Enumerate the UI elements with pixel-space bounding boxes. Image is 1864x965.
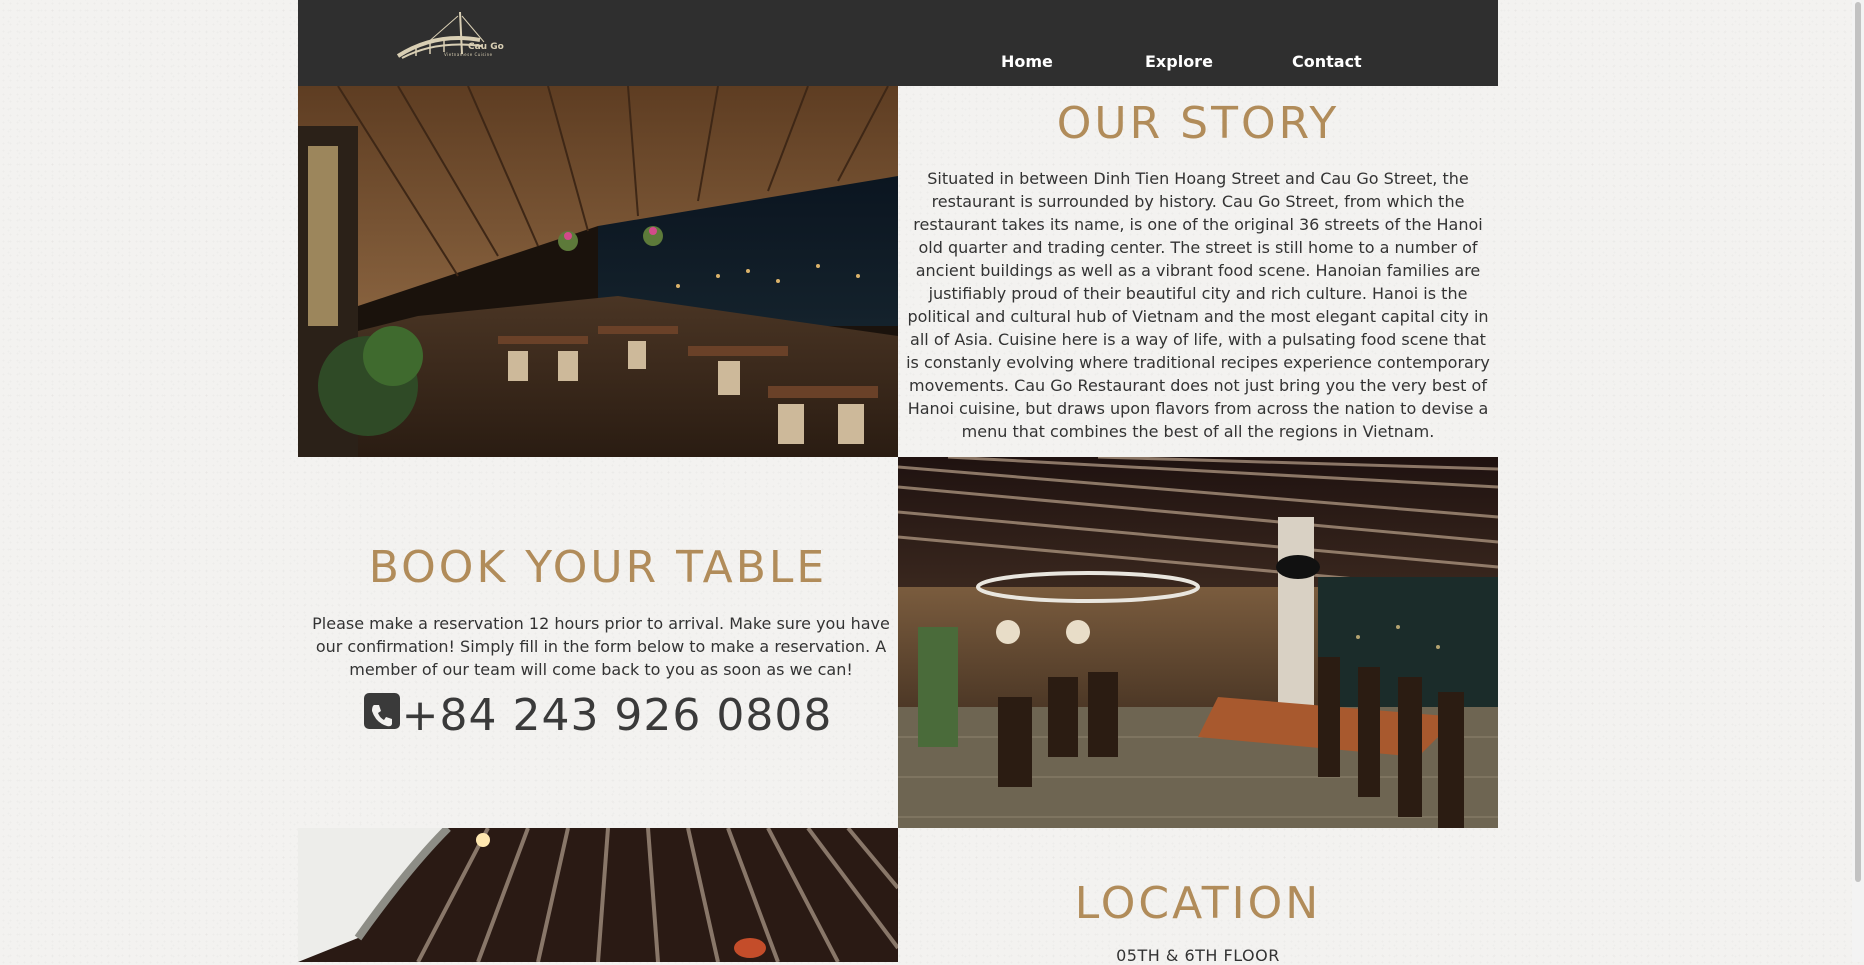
logo-tagline: Vietnamese Cuisine bbox=[444, 52, 493, 57]
dining-room-photo bbox=[898, 457, 1498, 828]
nav-explore-link[interactable]: Explore bbox=[1145, 52, 1213, 71]
scrollbar-thumb[interactable] bbox=[1855, 2, 1861, 882]
bridge-logo-icon bbox=[396, 11, 485, 59]
our-story-heading: OUR STORY bbox=[1056, 98, 1340, 149]
nav-home-link[interactable]: Home bbox=[1001, 52, 1053, 71]
our-story-text: Situated in between Dinh Tien Hoang Stre… bbox=[906, 169, 1490, 441]
book-table-heading: BOOK YOUR TABLE bbox=[368, 542, 828, 593]
cau-go-logo[interactable] bbox=[396, 10, 500, 70]
top-navigation: Cau Go Vietnamese Cuisine Home Explore C… bbox=[298, 0, 1498, 86]
phone-row[interactable]: +84 243 926 0808 bbox=[298, 690, 898, 741]
ceiling-photo bbox=[298, 828, 898, 962]
scrollbar-track[interactable] bbox=[1852, 0, 1864, 962]
location-heading: LOCATION bbox=[1074, 878, 1322, 929]
location-floor-text: 05TH & 6TH FLOOR bbox=[1116, 946, 1280, 965]
terrace-photo bbox=[298, 86, 898, 457]
phone-icon bbox=[363, 693, 400, 729]
book-table-text: Please make a reservation 12 hours prior… bbox=[312, 614, 890, 679]
logo-wordmark: Cau Go bbox=[468, 42, 504, 52]
nav-contact-link[interactable]: Contact bbox=[1292, 52, 1362, 71]
phone-number[interactable]: +84 243 926 0808 bbox=[402, 690, 833, 741]
